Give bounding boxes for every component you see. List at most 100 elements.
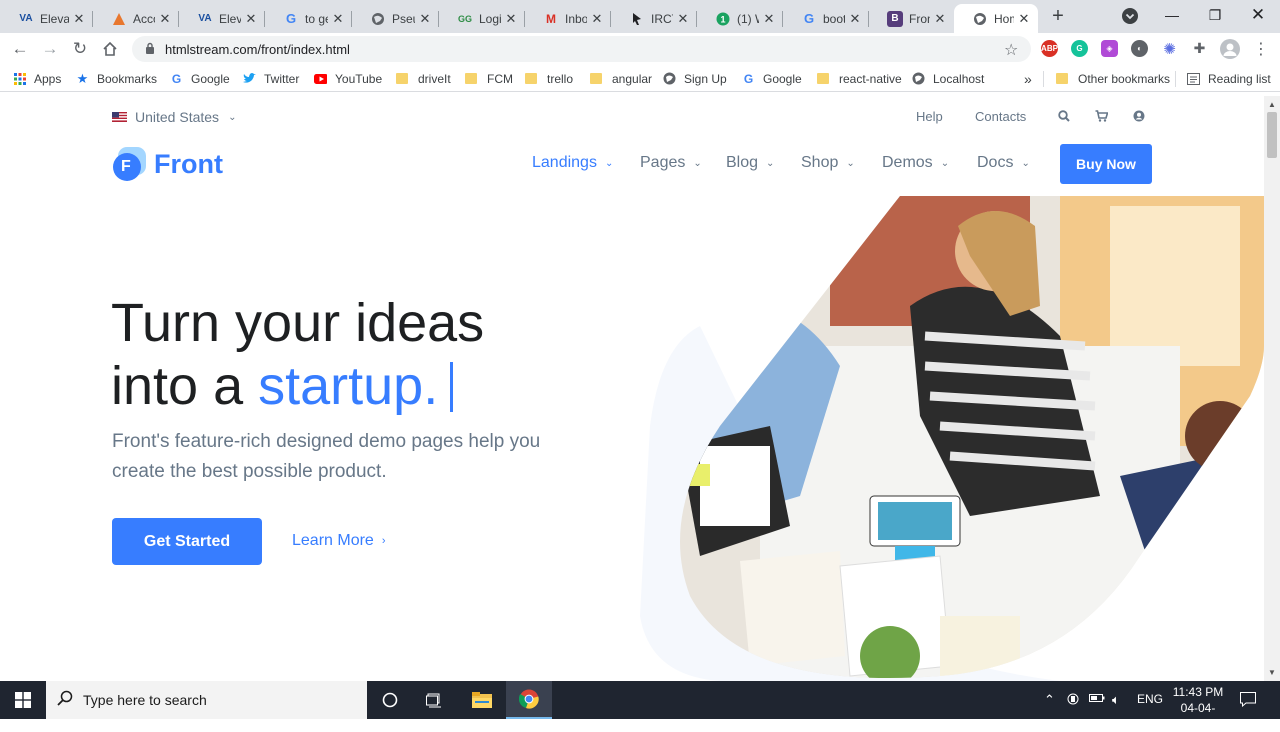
home-icon[interactable] [98,37,122,61]
tab-title: Eleva [219,11,241,26]
forward-arrow-icon[interactable]: → [38,37,62,61]
tab-search-icon[interactable] [1121,7,1139,25]
reading-list[interactable]: Reading list [1187,70,1271,87]
nav-docs[interactable]: Docs ⌄ [977,154,1030,172]
close-tab-icon[interactable]: ✕ [419,11,431,27]
bookmark-localhost[interactable]: Localhost [912,70,984,87]
close-tab-icon[interactable]: ✕ [934,11,946,27]
cart-icon[interactable] [1095,109,1109,127]
bookmark-google[interactable]: G Google [170,70,230,87]
bookmark-folder-driveit[interactable]: driveIt [396,70,451,87]
bookmark-signup[interactable]: Sign Up [663,70,727,87]
address-bar[interactable]: htmlstream.com/front/index.html ☆ [132,36,1031,62]
grammarly-icon[interactable]: G [1071,40,1088,57]
notifications-icon[interactable] [1240,692,1256,710]
page-scrollbar[interactable]: ▲ ▼ [1264,96,1280,681]
irctc-icon [629,11,645,27]
maximize-button[interactable]: ❐ [1194,0,1236,30]
bookmark-apps[interactable]: Apps [13,70,61,87]
close-tab-icon[interactable]: ✕ [159,11,171,27]
chrome-taskbar-icon[interactable] [506,681,552,719]
browser-tab[interactable]: VA Eleva ✕ [179,4,265,33]
nav-shop[interactable]: Shop ⌄ [801,154,855,172]
browser-tab[interactable]: M Inbo ✕ [525,4,611,33]
hero-title-highlight: startup. [258,356,439,416]
close-tab-icon[interactable]: ✕ [245,11,257,27]
back-arrow-icon[interactable]: ← [8,37,32,61]
browser-tab[interactable]: Acco ✕ [93,4,179,33]
nav-blog[interactable]: Blog ⌄ [726,154,774,172]
bookmarks-overflow-button[interactable]: » [1024,70,1032,87]
nav-label: Demos [882,154,933,171]
close-tab-icon[interactable]: ✕ [1018,11,1030,27]
browser-tab[interactable]: GG Login ✕ [439,4,525,33]
close-tab-icon[interactable]: ✕ [73,11,85,27]
browser-tab[interactable]: G boot ✕ [783,4,869,33]
adblock-icon[interactable]: ABP [1041,40,1058,57]
browser-tab-active[interactable]: Hom ✕ [954,4,1038,33]
region-selector[interactable]: United States ⌄ [112,109,236,125]
browser-tab[interactable]: VA Eleva ✕ [0,4,93,33]
help-link[interactable]: Help [916,109,943,124]
bookmark-bookmarks[interactable]: ★ Bookmarks [76,70,157,87]
new-tab-button[interactable]: + [1046,4,1070,28]
bookmark-folder-react-native[interactable]: react-native [817,70,902,87]
battery-icon[interactable] [1089,692,1105,707]
scroll-up-icon[interactable]: ▲ [1268,100,1276,109]
language-indicator[interactable]: ENG [1137,692,1163,706]
taskbar-search-box[interactable]: Type here to search [46,681,367,719]
scroll-down-icon[interactable]: ▼ [1268,668,1276,677]
volume-icon[interactable]: 🔈︎ [1112,692,1120,708]
clock[interactable]: 11:43 PM 04-04-2021 [1170,684,1226,732]
account-icon[interactable] [1133,109,1145,127]
profile-avatar[interactable] [1220,39,1240,59]
scrollbar-thumb[interactable] [1267,112,1277,158]
close-tab-icon[interactable]: ✕ [677,11,689,27]
learn-more-link[interactable]: Learn More › [292,532,386,550]
search-icon[interactable] [1058,109,1070,127]
kebab-menu-icon[interactable]: ⋮ [1253,39,1269,59]
browser-tab[interactable]: G to ge ✕ [265,4,352,33]
bookmark-label: angular [612,71,653,86]
close-tab-icon[interactable]: ✕ [591,11,603,27]
bookmark-folder-angular[interactable]: angular [590,70,652,87]
nav-pages[interactable]: Pages ⌄ [640,154,702,172]
nav-demos[interactable]: Demos ⌄ [882,154,949,172]
close-window-button[interactable]: ✕ [1237,0,1279,30]
gear-extension-icon[interactable]: ✺ [1161,40,1178,58]
reading-list-icon [1187,72,1200,85]
windows-start-icon[interactable] [0,681,46,719]
nav-landings[interactable]: Landings ⌄ [532,154,613,172]
gmail-icon: M [546,11,556,26]
other-bookmarks[interactable]: Other bookmarks [1056,70,1170,87]
brand-logo[interactable]: F Front [112,147,223,182]
buy-now-button[interactable]: Buy Now [1060,144,1152,184]
close-tab-icon[interactable]: ✕ [763,11,775,27]
bookmark-youtube[interactable]: YouTube [314,70,382,87]
contacts-link[interactable]: Contacts [975,109,1026,124]
show-hidden-icons-chevron[interactable]: ⌃ [1044,692,1055,708]
browser-tab[interactable]: 1 (1) W ✕ [697,4,783,33]
browser-tab[interactable]: Pseu ✕ [352,4,439,33]
bookmark-twitter[interactable]: Twitter [243,70,299,87]
nav-label: Pages [640,154,686,171]
minimize-button[interactable]: — [1151,0,1193,30]
file-explorer-icon[interactable] [459,681,505,719]
bookmark-folder-trello[interactable]: trello [525,70,573,87]
get-started-button[interactable]: Get Started [112,518,262,565]
close-tab-icon[interactable]: ✕ [849,11,861,27]
meet-now-icon[interactable] [1066,692,1080,709]
reload-icon[interactable]: ↻ [68,37,92,61]
dark-mode-icon[interactable]: ◐ [1131,40,1148,57]
close-tab-icon[interactable]: ✕ [332,11,344,27]
bookmark-star-icon[interactable]: ☆ [1004,40,1018,60]
cortana-icon[interactable] [367,681,413,719]
close-tab-icon[interactable]: ✕ [505,11,517,27]
browser-tab[interactable]: IRCT ✕ [611,4,697,33]
puzzle-icon[interactable]: ✚ [1191,40,1208,57]
bookmark-folder-fcm[interactable]: FCM [465,70,513,87]
task-view-icon[interactable] [411,681,457,719]
bookmark-google-2[interactable]: G Google [742,70,802,87]
extension-icon[interactable]: ◈ [1101,40,1118,57]
browser-tab[interactable]: B Front ✕ [869,4,954,33]
